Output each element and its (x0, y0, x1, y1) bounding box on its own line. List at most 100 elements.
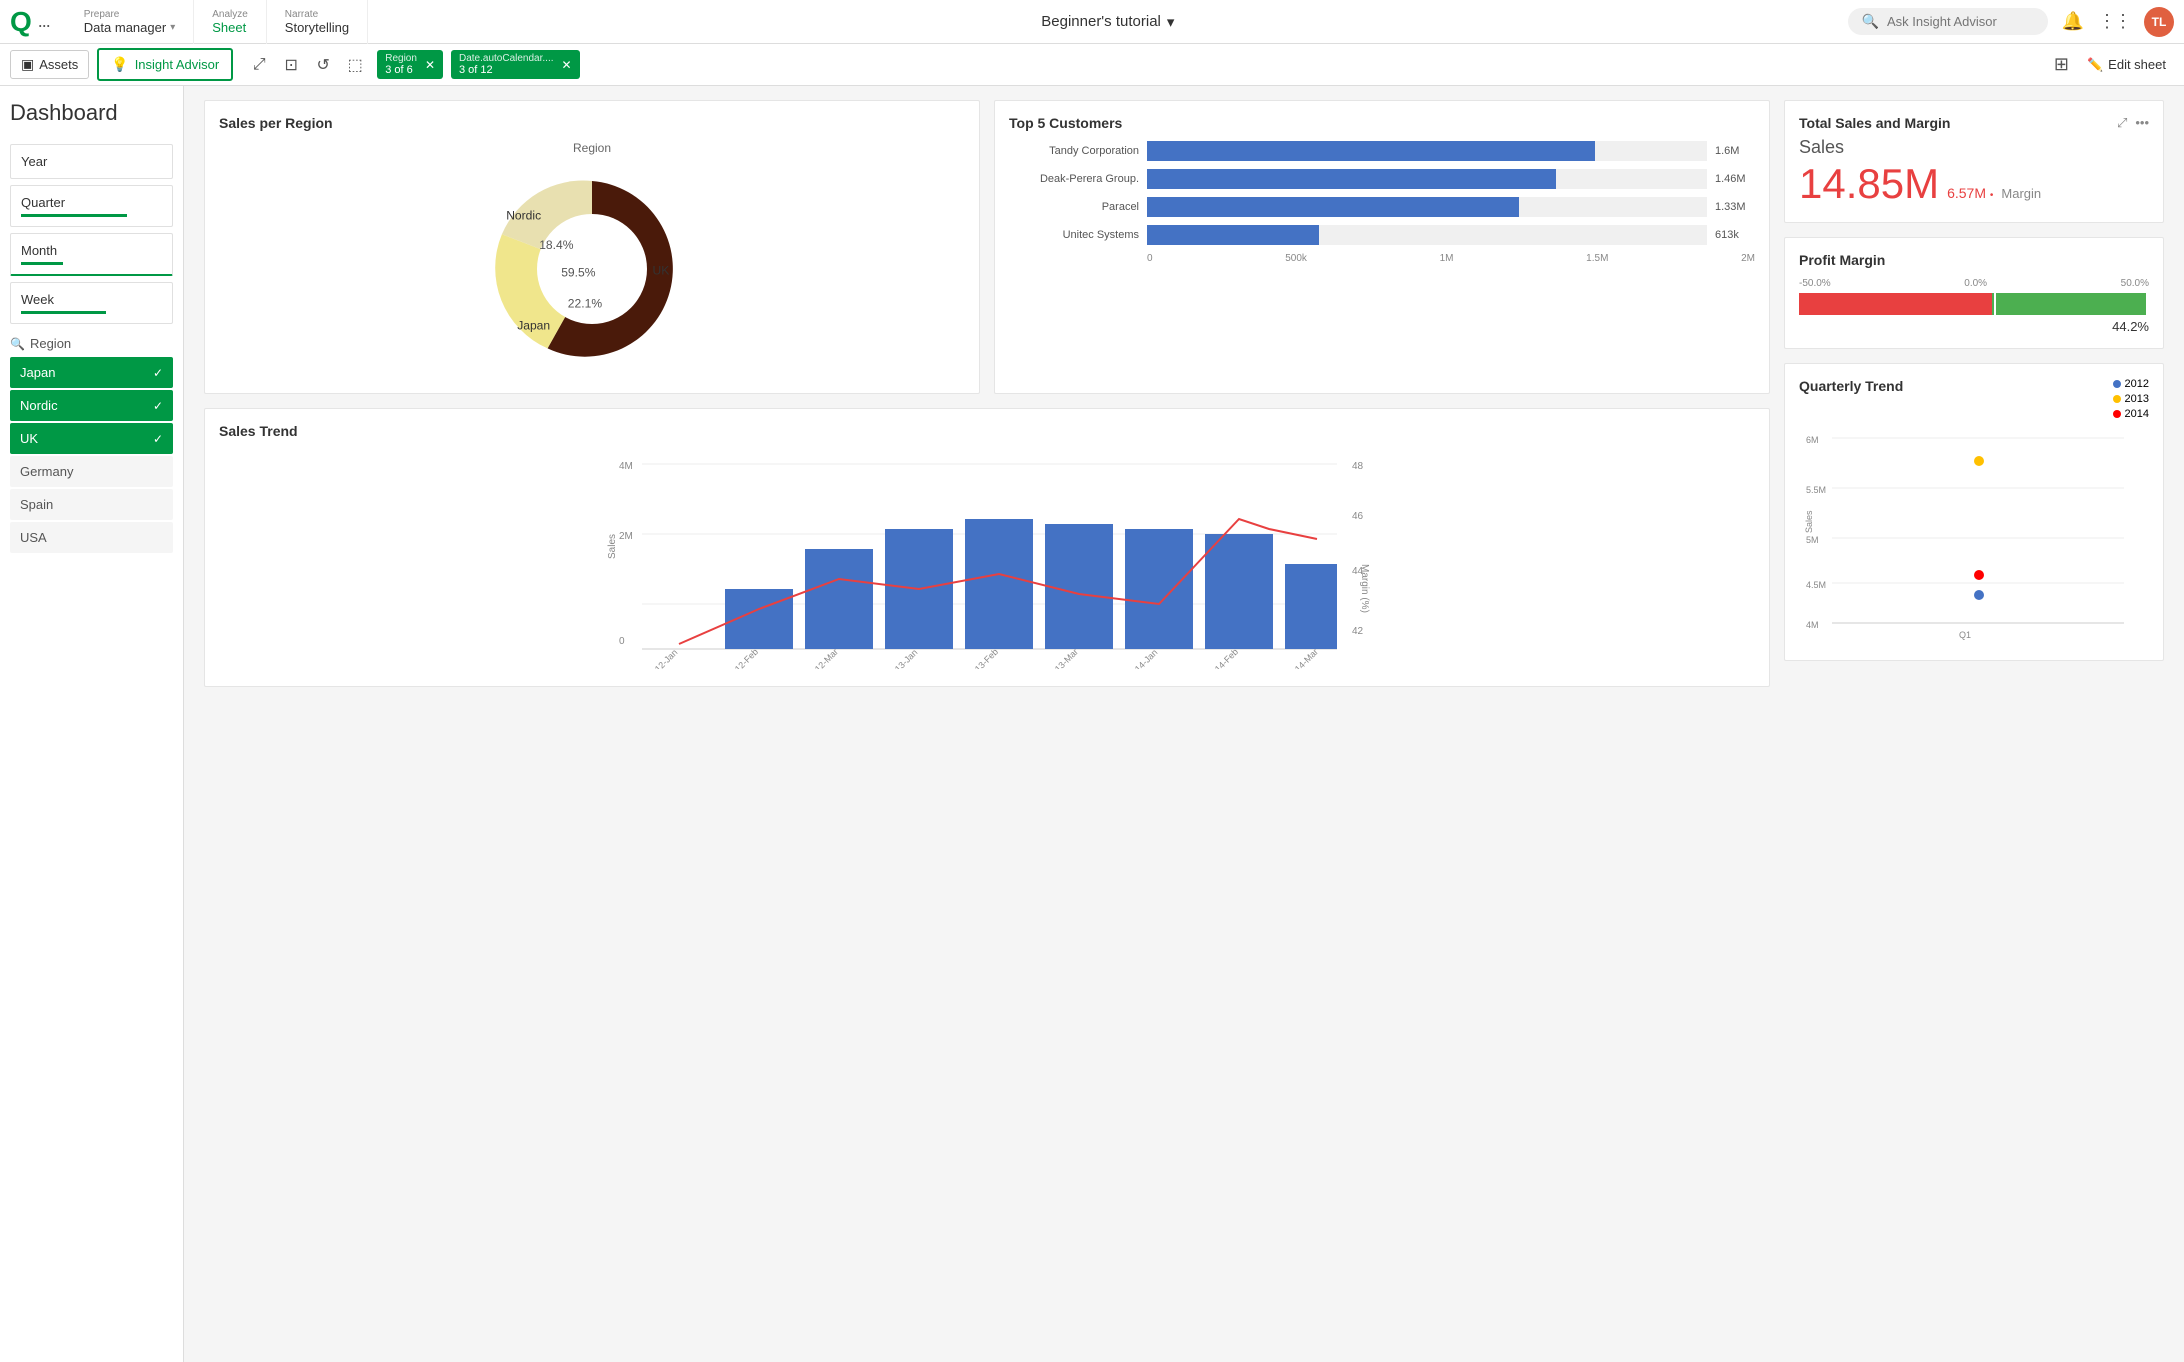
nordic-check: ✓ (153, 399, 163, 413)
region-nordic-label: Nordic (20, 398, 58, 413)
svg-text:Sales: Sales (607, 534, 618, 559)
prepare-dropdown-arrow[interactable]: ▾ (170, 22, 175, 33)
region-filter-chip[interactable]: Region 3 of 6 ✕ (377, 50, 443, 79)
top5-customers-card: Top 5 Customers Tandy Corporation 1.6M D… (994, 100, 1770, 394)
bar-row-paracel: Paracel 1.33M (1009, 197, 1755, 217)
sales-trend-card: Sales Trend 4M 2M 0 48 46 44 42 (204, 408, 1770, 687)
sales-per-region-card: Sales per Region Region (204, 100, 980, 394)
select-icon-btn[interactable]: ⊡ (277, 51, 305, 79)
bar-2013-mar (1045, 524, 1113, 649)
search-input[interactable] (1887, 14, 2034, 29)
nav-analyze[interactable]: Analyze Sheet (194, 0, 267, 44)
sales-trend-container: 4M 2M 0 48 46 44 42 Sales Margin (%) (219, 449, 1755, 672)
bar-label-unitec: Unitec Systems (1009, 229, 1139, 241)
legend-2014: 2014 (2113, 408, 2149, 420)
bar-track-tandy (1147, 141, 1707, 161)
region-uk[interactable]: UK ✓ (10, 423, 173, 454)
bar-fill-deak (1147, 169, 1556, 189)
region-section-label: 🔍 Region (10, 336, 173, 351)
svg-text:4M: 4M (1806, 620, 1819, 630)
donut-chart-container: Region UK (219, 141, 965, 379)
insight-advisor-button[interactable]: 💡 Insight Advisor (97, 48, 233, 81)
bar-row-deak: Deak-Perera Group. 1.46M (1009, 169, 1755, 189)
legend-label-2014: 2014 (2125, 408, 2149, 420)
nav-narrate-label: Narrate (285, 9, 349, 20)
nav-narrate-title: Storytelling (285, 20, 349, 35)
nav-prepare[interactable]: Prepare Data manager ▾ (66, 0, 194, 44)
dashboard-title: Dashboard (10, 96, 173, 130)
legend-label-2013: 2013 (2125, 393, 2149, 405)
pm-axis: -50.0% 0.0% 50.0% (1799, 278, 2149, 289)
bar-axis: 0 500k 1M 1.5M 2M (1147, 253, 1755, 264)
bar-row-unitec: Unitec Systems 613k (1009, 225, 1755, 245)
quarter-filter[interactable]: Quarter (10, 185, 173, 227)
month-filter[interactable]: Month (10, 233, 173, 276)
region-filter-label: Region (385, 53, 417, 64)
avatar[interactable]: TL (2144, 7, 2174, 37)
second-navigation: ▣ Assets 💡 Insight Advisor ⤢ ⊡ ↺ ⬚ Regio… (0, 44, 2184, 86)
expand-icon[interactable]: ⤢ (2117, 115, 2127, 131)
quarterly-scatter-chart: 6M 5.5M 5M 4.5M 4M Sales (1799, 423, 2149, 643)
nav-center: Beginner's tutorial ▾ (368, 13, 1847, 31)
region-uk-label: UK (20, 431, 38, 446)
edit-sheet-button[interactable]: ✏️ Edit sheet (2079, 53, 2174, 77)
pm-bar-green (1992, 293, 2146, 315)
pm-value: 44.2% (1799, 319, 2149, 334)
search-small-icon: 🔍 (10, 337, 25, 351)
bar-fill-paracel (1147, 197, 1519, 217)
menu-dots[interactable]: ... (38, 11, 50, 32)
region-japan[interactable]: Japan ✓ (10, 357, 173, 388)
legend-dot-2013 (2113, 395, 2121, 403)
date-filter-chip[interactable]: Date.autoCalendar.... 3 of 12 ✕ (451, 50, 580, 79)
svg-text:2012-Jan: 2012-Jan (646, 647, 680, 669)
svg-text:2014-Feb: 2014-Feb (1206, 647, 1240, 669)
nav-narrate[interactable]: Narrate Storytelling (267, 0, 368, 44)
region-spain[interactable]: Spain (10, 489, 173, 520)
sidebar: Dashboard Year Quarter Month Week 🔍 Regi… (0, 86, 184, 1362)
bar-2014-jan (1125, 529, 1193, 649)
legend-2013: 2013 (2113, 393, 2149, 405)
more-icon[interactable]: ••• (2135, 115, 2149, 131)
nordic-label: Nordic (506, 209, 541, 223)
bar-label-paracel: Paracel (1009, 201, 1139, 213)
year-filter[interactable]: Year (10, 144, 173, 179)
total-sales-title: Total Sales and Margin (1799, 115, 1950, 131)
svg-text:2012-Feb: 2012-Feb (726, 647, 760, 669)
bell-icon[interactable]: 🔔 (2062, 11, 2084, 32)
region-germany[interactable]: Germany (10, 456, 173, 487)
week-filter[interactable]: Week (10, 282, 173, 324)
bar-value-unitec: 613k (1715, 229, 1755, 241)
japan-label: Japan (517, 319, 550, 333)
app-title[interactable]: Beginner's tutorial ▾ (1041, 13, 1174, 31)
quarterly-title: Quarterly Trend (1799, 378, 1903, 394)
kpi-expand-icons: ⤢ ••• (2117, 115, 2149, 131)
lasso-icon-btn[interactable]: ⬚ (341, 51, 369, 79)
donut-center-label: Region (573, 141, 611, 155)
search-bar[interactable]: 🔍 (1848, 8, 2048, 35)
assets-button[interactable]: ▣ Assets (10, 50, 89, 79)
scatter-2014 (1974, 570, 1984, 580)
profit-margin-card: Profit Margin -50.0% 0.0% 50.0% 44.2% (1784, 237, 2164, 349)
date-filter-close[interactable]: ✕ (562, 58, 572, 72)
month-slider (21, 262, 63, 265)
uk-label: UK (653, 264, 670, 278)
main-layout: Dashboard Year Quarter Month Week 🔍 Regi… (0, 86, 2184, 1362)
bar-value-paracel: 1.33M (1715, 201, 1755, 213)
region-usa[interactable]: USA (10, 522, 173, 553)
layout-grid-icon[interactable]: ⊞ (2054, 54, 2069, 75)
nav-right: 🔍 🔔 ⋮⋮ TL (1848, 7, 2174, 37)
expand-icon-btn[interactable]: ⤢ (245, 51, 273, 79)
bar-value-tandy: 1.6M (1715, 145, 1755, 157)
pm-axis-right: 50.0% (2121, 278, 2149, 289)
sales-per-region-title: Sales per Region (219, 115, 965, 131)
app-logo[interactable]: Q ... (10, 8, 50, 36)
legend-dot-2012 (2113, 380, 2121, 388)
scatter-2012 (1974, 590, 1984, 600)
undo-icon-btn[interactable]: ↺ (309, 51, 337, 79)
region-nordic[interactable]: Nordic ✓ (10, 390, 173, 421)
sales-label: Sales (1799, 137, 2149, 158)
region-filter-close[interactable]: ✕ (425, 58, 435, 72)
svg-text:2013-Jan: 2013-Jan (886, 647, 920, 669)
sales-value: 14.85M (1799, 160, 1939, 208)
grid-apps-icon[interactable]: ⋮⋮ (2098, 11, 2130, 32)
